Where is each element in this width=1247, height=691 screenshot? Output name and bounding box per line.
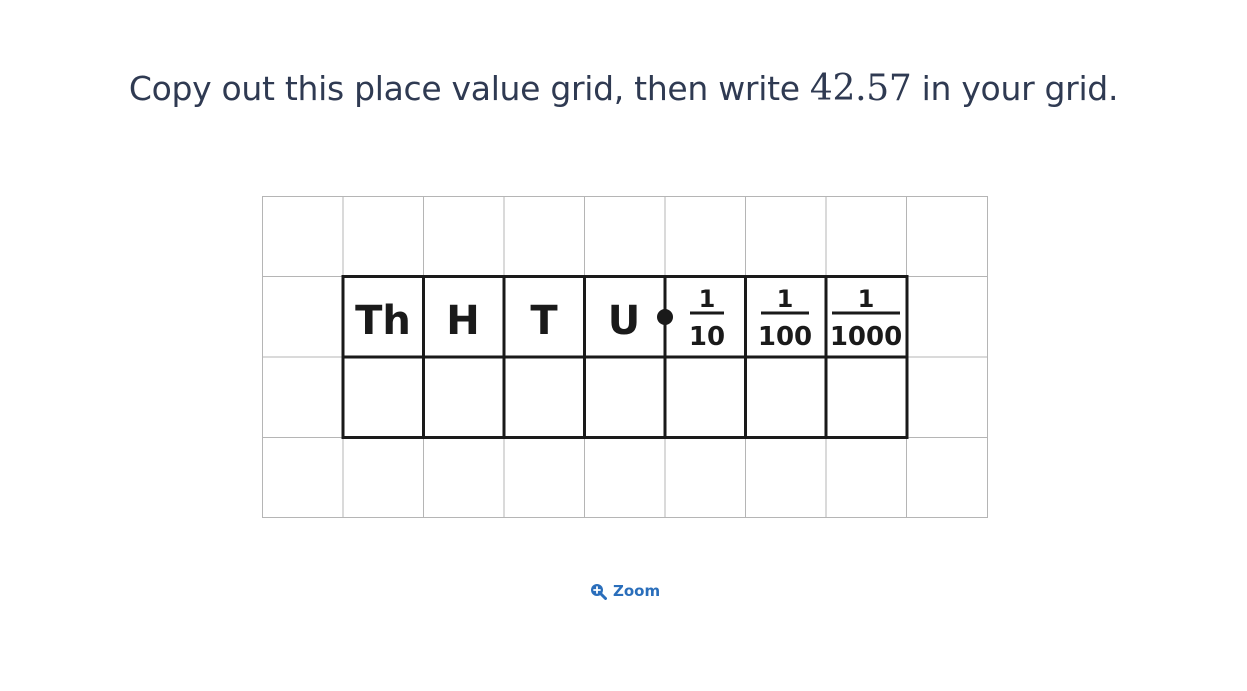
hundredths-numerator: 1 [777,285,794,313]
answer-cell-thousands [345,359,422,436]
grid-svg: Th H T U 1 10 1 100 1 1000 [262,196,988,518]
answer-cell-hundreds [425,359,502,436]
zoom-in-icon [591,583,607,600]
tenths-numerator: 1 [699,285,716,313]
decimal-point [657,309,673,325]
question-text: Copy out this place value grid, then wri… [0,68,1247,109]
zoom-button[interactable]: Zoom [590,582,660,600]
place-value-grid-figure: Th H T U 1 10 1 100 1 1000 [262,196,988,518]
header-tens: T [530,298,558,344]
answer-cell-hundredths [747,359,824,436]
thousandths-numerator: 1 [858,285,875,313]
answer-cell-tens [506,359,583,436]
answer-cell-units [586,359,663,436]
thousandths-denominator: 1000 [830,322,902,352]
header-hundreds: H [446,298,479,344]
question-text-start: Copy out this place value grid, then wri… [128,69,810,108]
question-text-end: in your grid. [911,69,1119,108]
column-headers: Th H T U 1 10 1 100 1 1000 [355,285,902,352]
header-hundredths: 1 100 [758,285,812,352]
answer-row [345,359,905,436]
header-thousands: Th [355,298,411,344]
question-number: 42.57 [809,68,912,109]
header-tenths: 1 10 [689,285,725,352]
tenths-denominator: 10 [689,322,725,352]
header-units: U [608,298,640,344]
header-thousandths: 1 1000 [830,285,902,352]
answer-cell-thousandths [828,359,905,436]
answer-cell-tenths [667,359,744,436]
zoom-label: Zoom [613,582,661,600]
hundredths-denominator: 100 [758,322,812,352]
